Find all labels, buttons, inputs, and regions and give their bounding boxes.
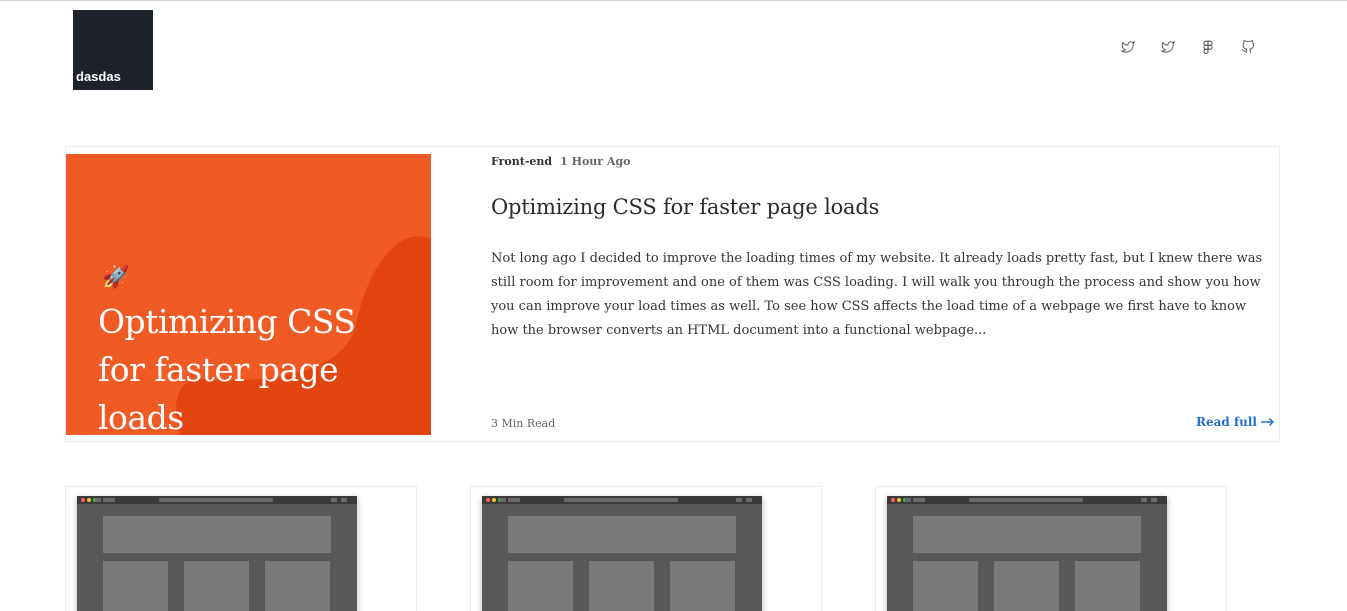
rocket-emoji: 🚀 [102,265,130,290]
twitter-icon [1161,41,1175,53]
browser-mockup-image [887,496,1167,611]
post-title[interactable]: Optimizing CSS for faster page loads [491,195,879,219]
read-full-label: Read full [1196,415,1257,429]
read-full-link[interactable]: Read full [1196,415,1275,429]
post-time: 1 Hour Ago [560,155,631,168]
post-card[interactable] [875,486,1227,611]
site-logo[interactable]: dasdas [73,10,153,90]
browser-mockup-image [482,496,762,611]
image-title: Optimizing CSS for faster page loads [98,302,356,435]
read-time: 3 Min Read [491,417,556,430]
post-card[interactable] [470,486,822,611]
twitter-link[interactable] [1118,38,1138,56]
github-icon [1241,40,1255,53]
twitter-link-2[interactable] [1158,38,1178,56]
twitter-icon [1121,41,1135,53]
browser-mockup-image [77,496,357,611]
arrow-right-icon [1261,418,1274,426]
figma-link[interactable] [1198,38,1218,56]
featured-post-card[interactable]: 🚀 Optimizing CSS for faster page loads F… [65,146,1280,442]
post-card[interactable] [65,486,417,611]
github-link[interactable] [1238,38,1258,56]
top-border [0,0,1347,1]
figma-icon [1203,40,1213,54]
featured-post-image[interactable]: 🚀 Optimizing CSS for faster page loads [66,154,431,435]
post-meta: Front-end 1 Hour Ago [491,155,631,168]
post-category[interactable]: Front-end [491,155,552,168]
social-links [1118,38,1278,56]
post-excerpt: Not long ago I decided to improve the lo… [491,251,1263,338]
logo-text: dasdas [76,69,121,84]
